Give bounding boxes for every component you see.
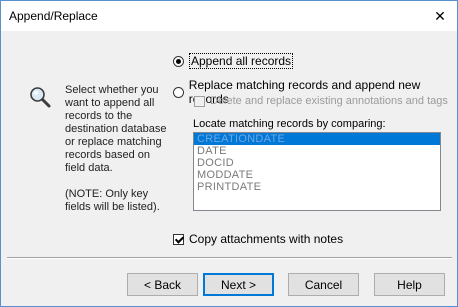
- cancel-button[interactable]: Cancel: [288, 273, 359, 296]
- back-button[interactable]: < Back: [127, 273, 198, 296]
- help-button[interactable]: Help: [374, 273, 445, 296]
- info-text: Select whether you want to append all re…: [65, 84, 167, 214]
- list-item[interactable]: DOCID: [194, 157, 440, 169]
- delete-replace-option: Delete and replace existing annotations …: [194, 95, 448, 107]
- copy-attachments-checkbox[interactable]: [173, 233, 184, 245]
- locate-label: Locate matching records by comparing:: [193, 118, 386, 130]
- append-all-radio[interactable]: [173, 55, 184, 67]
- copy-attachments-option[interactable]: Copy attachments with notes: [173, 232, 343, 246]
- append-all-option[interactable]: Append all records: [173, 53, 294, 69]
- list-item[interactable]: CREATIONDATE: [194, 133, 440, 145]
- search-icon: [28, 85, 52, 109]
- dialog-title: Append/Replace: [9, 9, 98, 23]
- copy-attachments-label[interactable]: Copy attachments with notes: [189, 232, 343, 246]
- close-icon[interactable]: ✕: [423, 1, 457, 31]
- append-all-label[interactable]: Append all records: [189, 53, 294, 69]
- match-fields-listbox[interactable]: CREATIONDATE DATE DOCID MODDATE PRINTDAT…: [193, 132, 441, 211]
- info-description: Select whether you want to append all re…: [65, 84, 167, 174]
- delete-replace-label: Delete and replace existing annotations …: [210, 95, 448, 107]
- list-item[interactable]: DATE: [194, 145, 440, 157]
- title-bar: Append/Replace ✕: [1, 1, 457, 31]
- separator: [7, 257, 452, 259]
- info-note: (NOTE: Only key fields will be listed).: [65, 188, 160, 213]
- delete-replace-checkbox: [194, 95, 205, 107]
- replace-matching-radio[interactable]: [173, 86, 184, 98]
- list-item[interactable]: MODDATE: [194, 169, 440, 181]
- list-item[interactable]: PRINTDATE: [194, 181, 440, 193]
- append-replace-dialog: Append/Replace ✕ Select whether you want…: [0, 0, 458, 307]
- next-button[interactable]: Next >: [203, 273, 274, 296]
